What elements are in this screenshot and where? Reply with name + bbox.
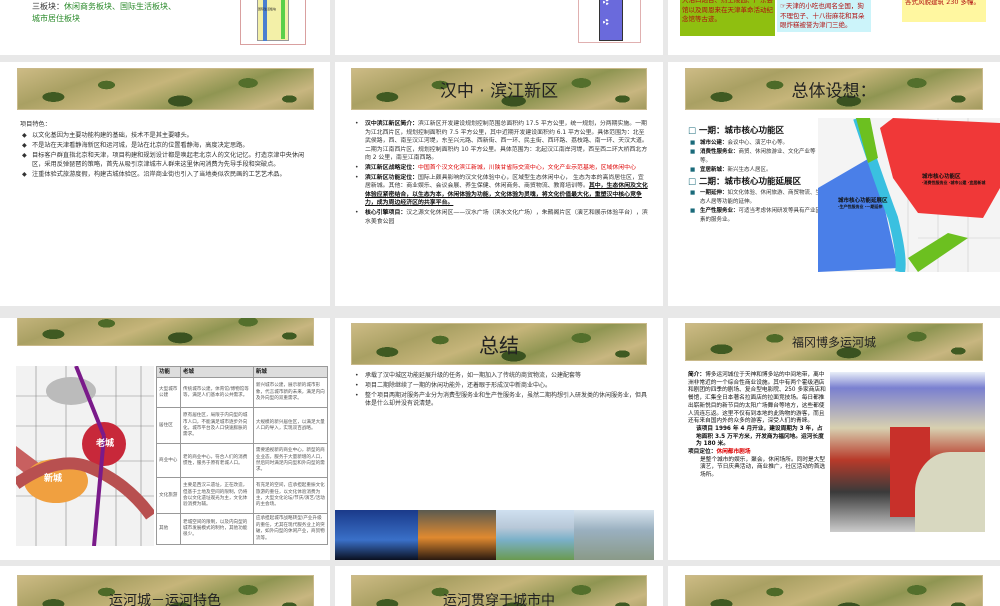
photo-aerial (574, 510, 654, 560)
info-box: 各式风貌建筑 230 多幢。 (902, 0, 986, 22)
info-box: 大沽口炮台、烈士陵园、广东会馆以及周恩来在天津革命活动纪念馆等古迹。 (680, 0, 775, 36)
banner-image (16, 318, 314, 346)
table-row: 居住区 原有居住区，局限于内向型的城市人口，不能满足城市逐步外向化，城市平台及人口… (156, 407, 329, 445)
map-label: 城市核心功能延展区 ·生产性服务业 ·一期延伸 (838, 198, 888, 209)
list-item: ■ 消费性服务业：商贸、休闲旅游业、文化产业等等。 (690, 149, 816, 164)
map-label: 新城 (44, 474, 63, 484)
table-row: 商业中心 老的商业中心，符合人们的消费惯性，服务于原有老城人口。 需要涵视新的商业中… (156, 443, 329, 479)
slide-text: 三板块：休闲商务板块、国际生活板块、 城市居住板块 (32, 1, 176, 25)
diagram: 国际生活板块 (240, 0, 306, 45)
photo-sunset (418, 510, 496, 560)
list-item: • 滨江新区功能定位：国际上颇具影响的汉文化体验中心，区域型生态休闲中心， 生态为… (355, 174, 648, 207)
photo-rendering (496, 510, 574, 560)
list-item: ■ 生产性服务业：可适当考虑休闲研发等具有产业因素的服务业。 (690, 208, 822, 223)
list-item: • 汉中滨江新区简介：滨江新区开发建设规划控制范围总面积约 17.5 平方公里，统… (355, 121, 648, 162)
list-item: • 核心引擎项目：汉之源文化休闲区——汉水广场（滨水文化广场），朱鹮阁片区（演艺和… (355, 209, 648, 225)
diagram (578, 0, 641, 43)
slide-text: □ 一期：城市核心功能区 ■ 城市公建：会议中心、演艺中心等。 ■ 消费性服务业：商… (688, 127, 823, 225)
slide-text: 项目特色： ◆ 以文化基因为主要功能构建的基础，技术不是其主要噱头。 ◆ 不是站在天… (20, 120, 315, 180)
slide-text: • 汉中滨江新区简介：滨江新区开发建设规划控制范围总面积约 17.5 平方公里，统… (353, 120, 648, 227)
zoning-map-svg (818, 118, 1000, 272)
table-row: 文化旅游 主要是西汉三遗址，正在改造，但基于土地及空间的限制，仍将会以文化遗址观光… (156, 477, 329, 515)
banner-image: 总体设想： (684, 68, 984, 110)
list-item: ◆ 注重体验式旅游度假，构建古城体验区。沿岸商业街也引入了当地类似农民画的工艺艺术… (22, 171, 286, 178)
photo-night-sky (335, 510, 418, 560)
info-box: ☞天津的小吃也闻名全国，狗不理包子、十八街麻花和耳朵眼炸糕被誉为津门三绝。 (777, 0, 871, 32)
phase-heading: □ 一期：城市核心功能区 (688, 126, 785, 136)
banner-image: 福冈博多运河城 (684, 323, 984, 361)
map-label: 老城 (96, 439, 115, 449)
zoning-map: 城市核心功能区 ·消费性服务业 ·城市公建 ·宜居新城 城市核心功能延展区 ·生产性… (818, 118, 1000, 272)
slide-text: 简介：博多运河城位于天神和博多站的中间地带，离中洲非常近的一个综合性商业设施。其… (688, 372, 828, 480)
slide-title: 运河贯穿于城市中 (443, 593, 555, 606)
slide-thumbnail[interactable] (335, 0, 663, 55)
list-item: ■ 一期延伸：如文化体验、休闲旅游、商贸物流、生态人居等功能的延伸。 (690, 190, 822, 205)
canal-city-photo (830, 372, 985, 532)
label: 三板块： (32, 2, 64, 11)
city-map-svg (16, 366, 154, 546)
label: 休闲商务板块、国际生活板块、 (64, 2, 176, 11)
heading: 项目特色： (20, 121, 51, 128)
list-item: • 项目二期除继续了一期的休闲功能外，还着眼于形成汉中新商业中心。 (355, 381, 552, 389)
slide-thumbnail[interactable]: 三板块：休闲商务板块、国际生活板块、 城市居住板块 国际生活板块 (0, 0, 330, 55)
slide-thumbnail[interactable] (668, 566, 1000, 606)
slide-text: • 承载了汉中城区功能延展升级的任务，如一期加入了传统的商贸物流，公建配套等 • 项… (353, 372, 648, 410)
list-item: ◆ 目标客户群直指北京和天津，项目构建和规划设计都是唤起老北京人的文化记忆。打造京… (22, 152, 305, 168)
slide-thumbnail[interactable]: 项目特色： ◆ 以文化基因为主要功能构建的基础，技术不是其主要噱头。 ◆ 不是站在天… (0, 62, 330, 306)
banner-image: 运河城－运河特色 (16, 575, 314, 606)
slide-thumbnail[interactable]: 大沽口炮台、烈士陵园、广东会馆以及周恩来在天津革命活动纪念馆等古迹。 ☞天津的小… (668, 0, 1000, 55)
slide-thumbnail[interactable]: 运河贯穿于城市中 (335, 566, 663, 606)
table-row: 大型城市公建 传统城市公建，体育馆/博物馆等等，满足人们基本的公共需求。 新兴城市公… (156, 377, 329, 409)
position: 项目定位：休闲都市剧场 (688, 449, 751, 456)
diagram-label: 国际生活板块 (258, 7, 277, 11)
banner-image: 汉中 · 滨江新区 (351, 68, 647, 110)
phase-heading: □ 二期：城市核心功能延展区 (688, 176, 802, 187)
banner-image (684, 575, 984, 606)
list-item: • 整个项目两期对服务产业分为消费型服务业和生产性服务业，虽然二期构想引入研发类的… (355, 391, 648, 408)
list-item: • 承载了汉中城区功能延展升级的任务，如一期加入了传统的商贸物流，公建配套等 (355, 372, 582, 379)
banner-image (16, 68, 314, 110)
facts: 该项目 1996 年 4 月开业，建设周期为 3 年，占地面积 3.5 万平方米… (696, 425, 824, 448)
slide-thumbnail[interactable]: 总结 • 承载了汉中城区功能延展升级的任务，如一期加入了传统的商贸物流，公建配套等… (335, 318, 663, 560)
label: 城市居住板块 (32, 14, 80, 23)
list-item: • 滨江新区战略定位：中国首个汉文化滨江新城，川陕甘省际交流中心，文化产业示范基地… (355, 164, 636, 171)
slide-title: 福冈博多运河城 (791, 335, 876, 350)
map-label: 城市核心功能区 ·消费性服务业 ·城市公建 ·宜居新城 (922, 174, 986, 185)
slide-title: 运河城－运河特色 (109, 593, 221, 606)
banner-image: 运河贯穿于城市中 (351, 575, 647, 606)
slide-thumbnail[interactable]: 运河城－运河特色 (0, 566, 330, 606)
city-map: 老城 新城 (16, 366, 154, 546)
list-item: ◆ 以文化基因为主要功能构建的基础，技术不是其主要噱头。 (22, 132, 193, 139)
banner-image: 总结 (351, 323, 647, 365)
slide-title: 总体设想： (791, 81, 877, 102)
list-item: ■ 宜居新城：新兴生态人居区。 (690, 167, 772, 173)
slide-title: 汉中 · 滨江新区 (439, 81, 559, 102)
slide-title: 总结 (479, 333, 519, 358)
comparison-table: 功能 老城 新城 大型城市公建 传统城市公建，体育馆/博物馆等等，满足人们基本的公共需… (156, 365, 329, 546)
slide-thumbnail[interactable]: 总体设想： □ 一期：城市核心功能区 ■ 城市公建：会议中心、演艺中心等。 ■ 消费… (668, 62, 1000, 306)
list-item: ■ 城市公建：会议中心、演艺中心等。 (690, 139, 789, 146)
slide-thumbnail[interactable]: 汉中 · 滨江新区 • 汉中滨江新区简介：滨江新区开发建设规划控制范围总面积约 1… (335, 62, 663, 306)
table-row: 其他 老城空间的限制，以及内向型的城市发展模式的制约，其他功能很少。 应承担起城市战… (156, 513, 329, 546)
slide-thumbnail[interactable]: 福冈博多运河城 简介：博多运河城位于天神和博多站的中间地带，离中洲非常近的一个综… (668, 318, 1000, 560)
intro: 简介：博多运河城位于天神和博多站的中间地带，离中洲非常近的一个综合性商业设施。其… (688, 372, 826, 425)
list-item: ◆ 不是站在天津看静海新区和运河城，是站在北京的位置看静海，高度决定思路。 (22, 142, 249, 149)
slide-thumbnail[interactable]: 老城 新城 功能 老城 新城 大型城市公建 传统城市公建，体育馆/博物馆等等，满足人们… (0, 318, 330, 560)
table-header-row: 功能 老城 新城 (156, 365, 329, 379)
position-desc: 是整个城市的娱乐，聚会，休闲场所。同时是大型演艺，节日庆典活动，商业推广，社区活… (700, 456, 826, 479)
